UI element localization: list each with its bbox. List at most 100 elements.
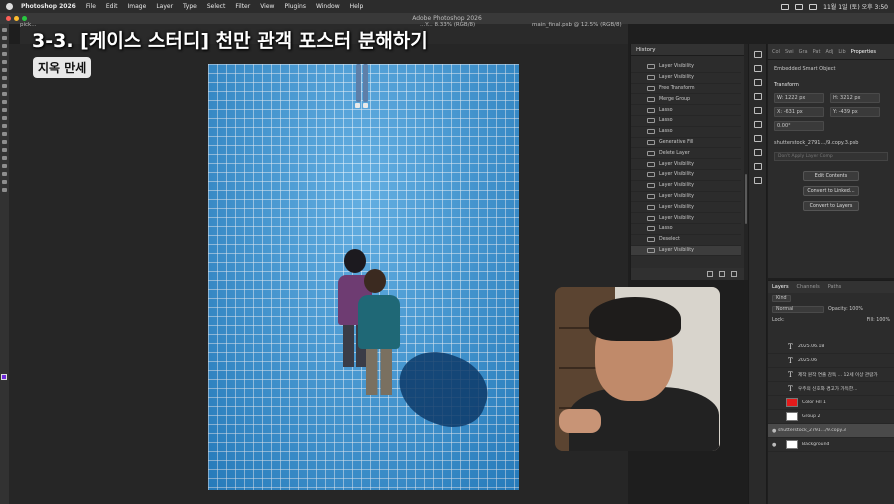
layer-comp-select[interactable]: Don't Apply Layer Comp — [774, 152, 888, 161]
layer-row[interactable]: Color Fill 1 — [768, 396, 894, 410]
poster-canvas[interactable] — [208, 64, 519, 490]
menu-layer[interactable]: Layer — [156, 3, 173, 10]
menu-app-name[interactable]: Photoshop 2026 — [21, 3, 76, 10]
tab-main-final[interactable]: main_final.psb @ 12.5% (RGB/8) — [532, 22, 622, 28]
history-brush-tool-icon[interactable] — [2, 108, 7, 112]
fill-field[interactable]: Fill: 100% — [867, 318, 890, 323]
navigator-icon[interactable] — [753, 107, 762, 114]
layer-row[interactable]: ● Background — [768, 438, 894, 452]
battery-icon[interactable] — [781, 3, 790, 10]
brush-tool-icon[interactable] — [2, 92, 7, 96]
zoom-tool-icon[interactable] — [2, 188, 7, 192]
crop-tool-icon[interactable] — [2, 60, 7, 64]
snapshot-icon[interactable] — [707, 271, 713, 277]
frame-tool-icon[interactable] — [2, 68, 7, 72]
trash-icon[interactable] — [731, 271, 737, 277]
scroll-thumb[interactable] — [745, 174, 747, 224]
tab-patterns[interactable]: Pat — [813, 49, 821, 55]
angle-field[interactable]: 0.00° — [774, 121, 824, 131]
history-panel-header[interactable]: History — [631, 44, 744, 56]
menu-edit[interactable]: Edit — [106, 3, 118, 10]
select-tool-icon[interactable] — [2, 52, 7, 56]
menu-select[interactable]: Select — [207, 3, 226, 10]
history-state[interactable]: Layer Visibility — [631, 159, 741, 170]
menu-view[interactable]: View — [260, 3, 274, 10]
history-state[interactable]: Layer Visibility — [631, 192, 741, 203]
convert-to-linked-button[interactable]: Convert to Linked… — [803, 186, 859, 196]
history-state[interactable]: Lasso — [631, 105, 741, 116]
y-field[interactable]: Y: -439 px — [830, 107, 880, 117]
tab-paths[interactable]: Paths — [828, 284, 842, 290]
eraser-tool-icon[interactable] — [2, 116, 7, 120]
menu-filter[interactable]: Filter — [235, 3, 250, 10]
layer-row[interactable]: T 제작 원작 연출 감독 ... 12세 이상 관람가 — [768, 368, 894, 382]
info-icon[interactable] — [753, 93, 762, 100]
marquee-tool-icon[interactable] — [2, 36, 7, 40]
tab-libraries[interactable]: Lib — [838, 49, 845, 55]
eyedropper-tool-icon[interactable] — [2, 76, 7, 80]
layer-filter-select[interactable]: Kind — [772, 295, 791, 302]
dodge-tool-icon[interactable] — [2, 140, 7, 144]
history-state[interactable]: Layer Visibility — [631, 213, 741, 224]
tab-second[interactable]: ...Y... 8.33% (RGB/8) — [420, 22, 475, 28]
path-select-tool-icon[interactable] — [2, 164, 7, 168]
layer-row[interactable]: T 2025.06 — [768, 354, 894, 368]
move-tool-icon[interactable] — [2, 28, 7, 32]
menu-image[interactable]: Image — [128, 3, 147, 10]
history-state[interactable]: Layer Visibility — [631, 202, 741, 214]
close-icon[interactable] — [6, 16, 11, 21]
libraries-icon[interactable] — [753, 177, 762, 184]
blend-mode-select[interactable]: Normal — [772, 306, 824, 313]
history-state[interactable]: Free Transform — [631, 84, 741, 95]
maximize-icon[interactable] — [22, 16, 27, 21]
tab-gradients[interactable]: Gra — [799, 49, 808, 55]
foreground-color-swatch[interactable] — [1, 374, 7, 380]
edit-contents-button[interactable]: Edit Contents — [803, 171, 859, 181]
history-state[interactable]: Layer Visibility — [631, 62, 741, 73]
layer-row[interactable]: Group 2 — [768, 410, 894, 424]
pen-tool-icon[interactable] — [2, 148, 7, 152]
character-icon[interactable] — [753, 121, 762, 128]
height-field[interactable]: H: 3212 px — [830, 93, 880, 103]
tab-adjustments[interactable]: Adj — [825, 49, 833, 55]
history-state[interactable]: Layer Visibility — [631, 181, 741, 192]
brush-settings-icon[interactable] — [753, 149, 762, 156]
healing-tool-icon[interactable] — [2, 84, 7, 88]
layer-row[interactable]: T 2025.06.18 — [768, 340, 894, 354]
width-field[interactable]: W: 1222 px — [774, 93, 824, 103]
menu-clock[interactable]: 11월 1일 (토) 오후 3:50 — [823, 2, 888, 11]
blur-tool-icon[interactable] — [2, 132, 7, 136]
x-field[interactable]: X: -631 px — [774, 107, 824, 117]
menu-type[interactable]: Type — [183, 3, 197, 10]
apple-icon[interactable] — [6, 3, 13, 10]
tab-swatches[interactable]: Swi — [785, 49, 794, 55]
tab-properties[interactable]: Properties — [851, 49, 876, 55]
convert-to-layers-button[interactable]: Convert to Layers — [803, 201, 859, 211]
visibility-eye-icon[interactable]: ● — [772, 442, 778, 448]
hand-tool-icon[interactable] — [2, 180, 7, 184]
stamp-tool-icon[interactable] — [2, 100, 7, 104]
layer-row[interactable]: T 우주의 신호와 경고가 가득한... — [768, 382, 894, 396]
history-state[interactable]: Layer Visibility — [631, 73, 741, 84]
control-center-icon[interactable] — [809, 3, 818, 10]
glyphs-icon[interactable] — [753, 163, 762, 170]
lasso-tool-icon[interactable] — [2, 44, 7, 48]
opacity-field[interactable]: Opacity: 100% — [828, 307, 863, 312]
paragraph-icon[interactable] — [753, 135, 762, 142]
layer-comps-icon[interactable] — [753, 65, 762, 72]
camera-icon[interactable] — [719, 271, 725, 277]
history-state[interactable]: Lasso — [631, 224, 741, 235]
menu-plugins[interactable]: Plugins — [284, 3, 306, 10]
tab-channels[interactable]: Channels — [797, 284, 820, 290]
history-state[interactable]: Lasso — [631, 116, 741, 127]
history-state[interactable]: Layer Visibility — [631, 170, 741, 181]
shape-tool-icon[interactable] — [2, 172, 7, 176]
history-state[interactable]: Deselect — [631, 235, 741, 246]
history-state[interactable]: Delete Layer — [631, 148, 741, 160]
menu-window[interactable]: Window — [316, 3, 340, 10]
minimize-icon[interactable] — [14, 16, 19, 21]
gradient-tool-icon[interactable] — [2, 124, 7, 128]
history-state[interactable]: Lasso — [631, 127, 741, 138]
history-state[interactable]: Generative Fill — [631, 138, 741, 149]
tab-layers[interactable]: Layers — [772, 284, 789, 290]
